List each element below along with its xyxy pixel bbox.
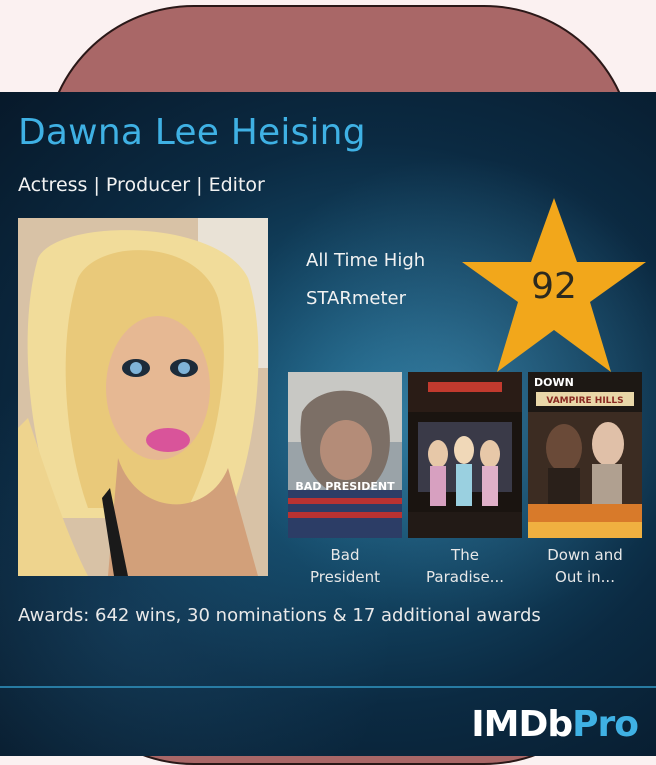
imdbpro-profile-card[interactable]: Dawna Lee Heising Actress | Producer | E… bbox=[0, 92, 656, 756]
starmeter-value: 92 bbox=[531, 266, 577, 307]
imdbpro-logo-imdb: IMDb bbox=[471, 704, 573, 745]
known-for-title-1[interactable]: Bad President bbox=[285, 544, 405, 588]
known-for-title-3[interactable]: Down and Out in... bbox=[525, 544, 645, 588]
known-for-title-2[interactable]: The Paradise... bbox=[405, 544, 525, 588]
starmeter-label-line2: STARmeter bbox=[306, 288, 406, 309]
profile-name[interactable]: Dawna Lee Heising bbox=[18, 112, 366, 153]
known-for-poster-1[interactable]: BAD PRESIDENT bbox=[288, 372, 402, 538]
known-for-title-1-line2: President bbox=[310, 568, 380, 586]
known-for-title-2-line2: Paradise... bbox=[426, 568, 504, 586]
known-for-title-2-line1: The bbox=[451, 546, 479, 564]
known-for-poster-2[interactable] bbox=[408, 372, 522, 538]
poster-image-1: BAD PRESIDENT bbox=[288, 372, 402, 538]
profile-roles: Actress | Producer | Editor bbox=[18, 174, 265, 196]
poster3-mid-art: VAMPIRE HILLS bbox=[546, 396, 623, 406]
known-for-title-3-line2: Out in... bbox=[555, 568, 615, 586]
poster-image-3: DOWN VAMPIRE HILLS bbox=[528, 372, 642, 538]
imdbpro-logo[interactable]: IMDbPro bbox=[471, 704, 639, 745]
known-for-title-3-line1: Down and bbox=[547, 546, 623, 564]
starmeter-badge[interactable]: 92 bbox=[456, 196, 652, 380]
poster-image-2 bbox=[408, 372, 522, 538]
awards-summary: Awards: 642 wins, 30 nominations & 17 ad… bbox=[18, 605, 541, 626]
profile-photo[interactable] bbox=[18, 218, 268, 576]
imdbpro-logo-pro: Pro bbox=[572, 704, 639, 745]
portrait-illustration bbox=[18, 218, 268, 576]
starmeter-label-line1: All Time High bbox=[306, 250, 426, 271]
poster3-top-art: DOWN bbox=[534, 376, 574, 389]
poster1-title-art: BAD PRESIDENT bbox=[295, 480, 395, 493]
known-for-title-1-line1: Bad bbox=[330, 546, 360, 564]
known-for-poster-3[interactable]: DOWN VAMPIRE HILLS bbox=[528, 372, 642, 538]
card-divider bbox=[0, 686, 656, 688]
